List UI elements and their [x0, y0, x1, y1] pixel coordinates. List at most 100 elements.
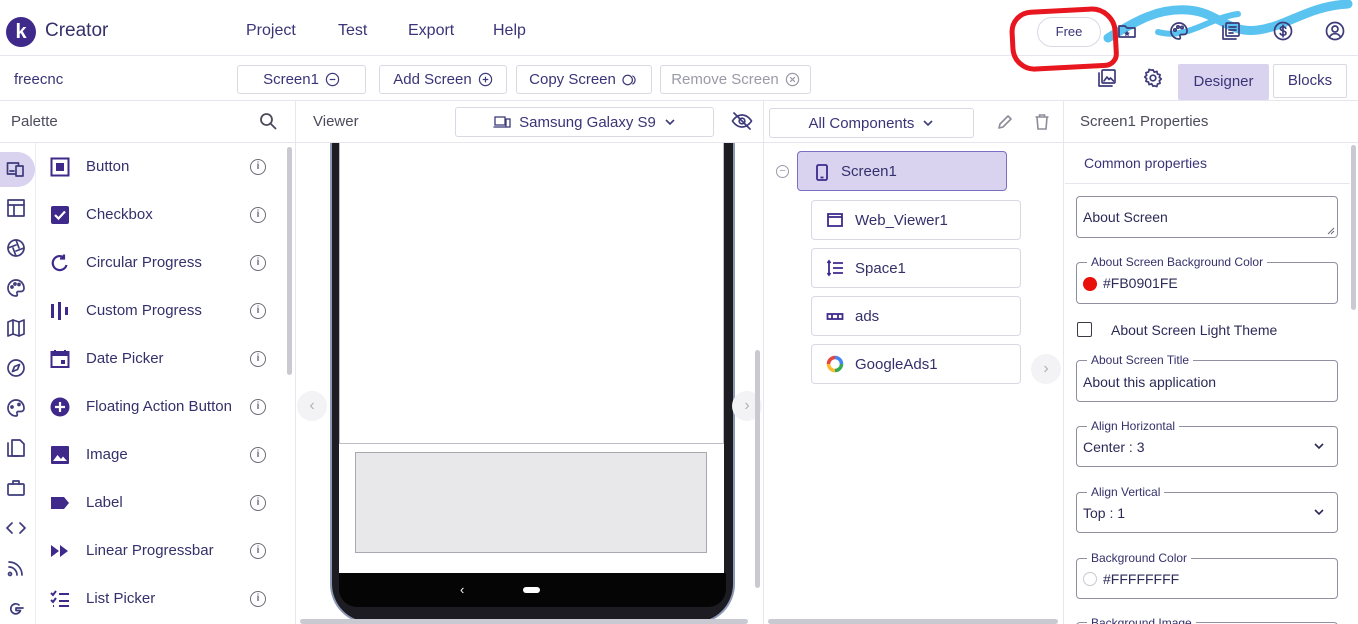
viewer-scrollbar[interactable] [755, 350, 760, 588]
palette-item-circular-progress[interactable]: Circular Progress i [50, 251, 280, 275]
field-label: About Screen Title [1087, 353, 1194, 367]
ads-icon [826, 307, 844, 325]
palette-icon[interactable] [1169, 21, 1189, 41]
category-extensions-icon[interactable] [6, 518, 26, 538]
menu-help[interactable]: Help [493, 22, 526, 40]
device-select[interactable]: Samsung Galaxy S9 [455, 107, 714, 137]
nav-home-button[interactable] [523, 587, 540, 593]
divider [1065, 183, 1350, 184]
components-horizontal-scrollbar[interactable] [768, 619, 1058, 624]
custom-progress-icon [50, 301, 70, 321]
circular-progress-icon [50, 253, 70, 273]
category-feed-icon[interactable] [6, 558, 26, 578]
info-icon[interactable]: i [250, 255, 266, 271]
remove-screen-label: Remove Screen [671, 71, 779, 88]
category-social-icon[interactable] [6, 398, 26, 418]
menu-export[interactable]: Export [408, 22, 454, 40]
fab-icon [50, 397, 70, 417]
eye-off-icon[interactable] [731, 111, 753, 131]
chevron-circle-icon [325, 72, 340, 87]
category-media-icon[interactable] [6, 238, 26, 258]
palette-item-list-picker[interactable]: List Picker i [50, 587, 280, 611]
pencil-icon[interactable] [996, 113, 1014, 131]
category-drawing-icon[interactable] [6, 278, 26, 298]
app-logo: k [6, 17, 36, 47]
properties-scrollbar[interactable] [1351, 145, 1356, 310]
background-color-field[interactable]: Background Color #FFFFFFFF [1076, 551, 1338, 599]
screen-select[interactable]: Screen1 [237, 65, 366, 94]
remove-screen-button[interactable]: Remove Screen [660, 65, 811, 94]
about-screen-title-field[interactable]: About Screen Title About this applicatio… [1076, 353, 1338, 402]
info-icon[interactable]: i [250, 399, 266, 415]
account-icon[interactable] [1325, 21, 1345, 41]
info-icon[interactable]: i [250, 159, 266, 175]
info-icon[interactable]: i [250, 495, 266, 511]
category-sensors-icon[interactable] [6, 358, 26, 378]
menu-test[interactable]: Test [338, 22, 367, 40]
trash-icon[interactable] [1034, 113, 1050, 131]
components-filter-select[interactable]: All Components [769, 108, 974, 138]
app-title: Creator [45, 20, 109, 41]
field-value: Center : 3 [1083, 439, 1145, 455]
info-icon[interactable]: i [250, 543, 266, 559]
palette-item-label[interactable]: Label i [50, 491, 280, 515]
light-theme-checkbox[interactable] [1077, 322, 1092, 337]
category-layout-icon[interactable] [6, 198, 26, 218]
resize-handle-icon[interactable] [1326, 226, 1335, 235]
align-horizontal-select[interactable]: Align Horizontal Center : 3 [1076, 419, 1338, 467]
web-viewer-preview[interactable] [339, 143, 724, 444]
ads-preview[interactable] [355, 452, 707, 553]
component-screen1[interactable]: Screen1 [797, 151, 1007, 191]
category-connectivity-icon[interactable] [6, 478, 26, 498]
collapse-toggle[interactable]: − [776, 165, 789, 178]
category-storage-icon[interactable] [6, 438, 26, 458]
category-google-icon[interactable] [6, 598, 26, 618]
field-label: Background Color [1087, 551, 1192, 565]
info-icon[interactable]: i [250, 351, 266, 367]
components-next-button[interactable]: › [1031, 354, 1061, 384]
palette-item-custom-progress[interactable]: Custom Progress i [50, 299, 280, 323]
palette-item-linear-progressbar[interactable]: Linear Progressbar i [50, 539, 280, 563]
gear-icon[interactable] [1143, 68, 1163, 88]
linear-progress-icon [50, 541, 70, 561]
component-space1[interactable]: Space1 [811, 248, 1021, 288]
folder-star-icon[interactable] [1117, 21, 1137, 41]
component-label: Web_Viewer1 [855, 212, 948, 229]
category-maps-icon[interactable] [6, 318, 26, 338]
list-picker-icon [50, 589, 70, 609]
common-properties-section[interactable]: Common properties [1084, 155, 1207, 171]
align-vertical-select[interactable]: Align Vertical Top : 1 [1076, 485, 1338, 533]
add-screen-button[interactable]: Add Screen [379, 65, 507, 94]
palette-item-label: List Picker [86, 590, 156, 607]
viewer-horizontal-scrollbar[interactable] [300, 619, 748, 624]
nav-back-button[interactable]: ‹ [460, 582, 464, 597]
device-label: Samsung Galaxy S9 [519, 113, 656, 131]
copy-screen-button[interactable]: Copy Screen [516, 65, 652, 94]
designer-tab[interactable]: Designer [1178, 64, 1269, 100]
info-icon[interactable]: i [250, 447, 266, 463]
about-screen-textarea[interactable]: About Screen [1076, 196, 1338, 238]
viewer-prev-button[interactable]: ‹ [297, 391, 327, 421]
palette-item-image[interactable]: Image i [50, 443, 280, 467]
info-icon[interactable]: i [250, 303, 266, 319]
component-ads[interactable]: ads [811, 296, 1021, 336]
about-screen-bg-color-field[interactable]: About Screen Background Color #FB0901FE [1076, 255, 1338, 304]
menu-project[interactable]: Project [246, 22, 296, 40]
palette-scrollbar[interactable] [287, 147, 292, 375]
top-bar: k Creator Project Test Export Help Free [0, 0, 1358, 73]
search-icon[interactable] [259, 112, 277, 130]
palette-item-button[interactable]: Button i [50, 155, 280, 179]
gallery-icon[interactable] [1097, 68, 1117, 88]
blocks-tab[interactable]: Blocks [1273, 64, 1347, 98]
docs-icon[interactable] [1221, 21, 1241, 41]
component-googleads1[interactable]: GoogleAds1 [811, 344, 1021, 384]
palette-item-floating-action-button[interactable]: Floating Action Button i [50, 395, 280, 419]
info-icon[interactable]: i [250, 207, 266, 223]
screen-select-label: Screen1 [263, 71, 319, 88]
palette-item-date-picker[interactable]: Date Picker i [50, 347, 280, 371]
palette-item-checkbox[interactable]: Checkbox i [50, 203, 280, 227]
dollar-icon[interactable] [1273, 21, 1293, 41]
component-web-viewer1[interactable]: Web_Viewer1 [811, 200, 1021, 240]
category-user-interface-icon[interactable] [6, 159, 26, 179]
info-icon[interactable]: i [250, 591, 266, 607]
